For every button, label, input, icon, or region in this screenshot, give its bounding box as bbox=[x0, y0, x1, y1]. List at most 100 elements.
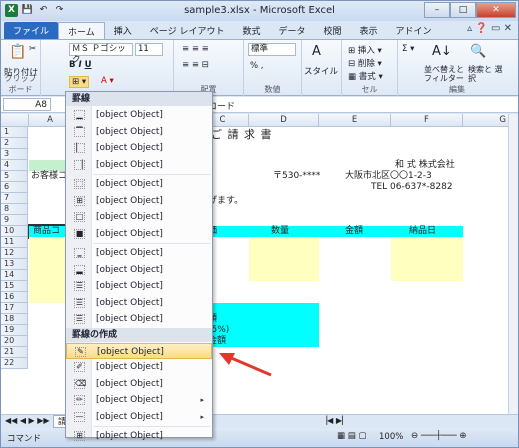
font-color-icon[interactable]: A ▾ bbox=[101, 76, 114, 86]
ribbon-tabs: ファイル ホーム 挿入 ページ レイアウト 数式 データ 校閲 表示 アドイン bbox=[1, 21, 518, 39]
row-header[interactable]: 2 bbox=[1, 138, 28, 149]
row-header[interactable]: 14 bbox=[1, 270, 28, 281]
column-header-d[interactable]: D bbox=[249, 114, 319, 127]
menu-separator bbox=[94, 243, 210, 244]
tab-home[interactable]: ホーム bbox=[58, 22, 105, 39]
row-header[interactable]: 19 bbox=[1, 325, 28, 336]
cut-icon[interactable]: ✂ bbox=[29, 44, 36, 54]
row-header[interactable]: 22 bbox=[1, 358, 28, 369]
row-header[interactable]: 7 bbox=[1, 193, 28, 204]
menu-item-all-borders[interactable]: ⊞ [object Object] bbox=[66, 193, 212, 209]
row-header[interactable]: 20 bbox=[1, 336, 28, 347]
align-icon[interactable]: ≡ ≡ ≡ bbox=[182, 44, 209, 54]
row-header[interactable]: 17 bbox=[1, 303, 28, 314]
menu-item-label: [object Object] bbox=[96, 314, 163, 324]
column-header-g[interactable]: G bbox=[463, 114, 509, 127]
menu-item-top-bottom-border[interactable]: ☰ [object Object] bbox=[66, 278, 212, 294]
menu-item-erase-border[interactable]: ⌫ [object Object] bbox=[66, 376, 212, 392]
row-header[interactable]: 5 bbox=[1, 171, 28, 182]
input-area-d bbox=[249, 237, 319, 281]
menu-item-outside-borders[interactable]: □ [object Object] bbox=[66, 209, 212, 225]
row-header[interactable]: 1 bbox=[1, 127, 28, 138]
paste-icon[interactable]: 📋 bbox=[9, 44, 26, 60]
sort-filter-button[interactable]: 並べ替えと フィルター bbox=[424, 65, 464, 83]
name-box[interactable]: A8 bbox=[3, 98, 51, 111]
menu-item-top-thick-bottom-border[interactable]: ☰ [object Object] bbox=[66, 295, 212, 311]
menu-item-line-style[interactable]: — [object Object] ▸ bbox=[66, 409, 212, 425]
autosum-icon[interactable]: Σ ▾ bbox=[402, 44, 414, 54]
vertical-scrollbar[interactable] bbox=[508, 114, 518, 414]
cell-a4: お客様コ bbox=[31, 171, 68, 181]
borders-button[interactable]: ⊞ ▾ bbox=[69, 76, 90, 88]
font-size-select[interactable]: 11 bbox=[135, 43, 163, 56]
delete-cells-button[interactable]: ⊟ 削除 ▾ bbox=[348, 57, 382, 69]
sheet-nav-arrows-icon[interactable]: ◀◀ ◀ ▶ ▶▶ bbox=[5, 416, 50, 425]
menu-item-bottom-double-border[interactable]: ‗ [object Object] bbox=[66, 245, 212, 261]
row-header[interactable]: 6 bbox=[1, 182, 28, 193]
menu-item-draw-border-grid[interactable]: ✐ [object Object] bbox=[66, 359, 212, 375]
tab-addins[interactable]: アドイン bbox=[387, 22, 441, 39]
tab-file[interactable]: ファイル bbox=[4, 22, 59, 39]
indent-icon[interactable]: ≡ ≡ ⊟ bbox=[182, 60, 209, 70]
view-buttons-icon[interactable]: ▦ ▤ ▢ bbox=[337, 431, 367, 441]
row-header[interactable]: 10 bbox=[1, 226, 28, 237]
row-header[interactable]: 8 bbox=[1, 204, 28, 215]
row-header[interactable]: 21 bbox=[1, 347, 28, 358]
bottom-double-border-icon: ‗ bbox=[74, 248, 85, 258]
style-icon[interactable]: A bbox=[312, 44, 321, 59]
font-name-select[interactable]: ＭＳ Ｐゴシック bbox=[69, 43, 133, 65]
tab-insert[interactable]: 挿入 bbox=[105, 22, 141, 39]
row-header[interactable]: 9 bbox=[1, 215, 28, 226]
column-header-e[interactable]: E bbox=[319, 114, 391, 127]
insert-cells-button[interactable]: ⊞ 挿入 ▾ bbox=[348, 44, 382, 56]
tab-formulas[interactable]: 数式 bbox=[233, 22, 269, 39]
excel-window: X 💾 ↶ ↷ sample3.xlsx - Microsoft Excel –… bbox=[0, 0, 519, 448]
horizontal-scrollbar[interactable]: ▕◀ ▶▏ bbox=[321, 416, 348, 425]
format-cells-button[interactable]: ▦ 書式 ▾ bbox=[348, 70, 383, 82]
close-button[interactable]: ✕ bbox=[476, 2, 516, 18]
tab-view[interactable]: 表示 bbox=[351, 22, 387, 39]
find-icon[interactable]: 🔍 bbox=[470, 44, 486, 59]
menu-item-right-border[interactable]: ▕ [object Object] bbox=[66, 157, 212, 173]
menu-item-draw-border[interactable]: ✎ [object Object] bbox=[66, 342, 212, 359]
row-header[interactable]: 4 bbox=[1, 160, 28, 171]
cell-d8: 数量 bbox=[271, 226, 290, 236]
percent-icon[interactable]: % , bbox=[250, 61, 263, 71]
row-header[interactable]: 16 bbox=[1, 292, 28, 303]
zoom-level[interactable]: 100% bbox=[379, 432, 403, 442]
menu-item-line-color[interactable]: ✏ [object Object] ▸ bbox=[66, 392, 212, 408]
menu-item-label: [object Object] bbox=[96, 431, 163, 441]
style-button[interactable]: スタイル bbox=[304, 65, 338, 77]
find-select-button[interactable]: 検索と 選択 bbox=[468, 65, 504, 83]
tab-page-layout[interactable]: ページ レイアウト bbox=[141, 22, 234, 39]
maximize-button[interactable]: □ bbox=[450, 2, 476, 18]
cell-f8: 納品日 bbox=[409, 226, 437, 236]
row-header[interactable]: 15 bbox=[1, 281, 28, 292]
menu-item-thick-bottom-border[interactable]: ▂ [object Object] bbox=[66, 262, 212, 278]
sort-icon[interactable]: A↓ bbox=[432, 44, 452, 59]
tab-data[interactable]: データ bbox=[269, 22, 314, 39]
tab-review[interactable]: 校閲 bbox=[314, 22, 350, 39]
help-icon[interactable]: ▵ ❓ ▭ ✕ bbox=[467, 23, 512, 34]
menu-item-more-borders[interactable]: ⊞ [object Object] bbox=[66, 428, 212, 444]
menu-item-top-border[interactable]: ▔ [object Object] bbox=[66, 124, 212, 140]
menu-item-bottom-border[interactable]: ▁ [object Object] bbox=[66, 107, 212, 123]
menu-header-draw-borders: 罫線の作成 bbox=[66, 327, 212, 342]
zoom-slider[interactable]: ⊖ ───┼─── ⊕ bbox=[411, 431, 466, 441]
cell-a8[interactable]: 商品コ bbox=[33, 226, 60, 237]
row-header[interactable]: 12 bbox=[1, 248, 28, 259]
menu-item-top-double-bottom-border[interactable]: ☰ [object Object] bbox=[66, 311, 212, 327]
row-header[interactable]: 18 bbox=[1, 314, 28, 325]
column-header-f[interactable]: F bbox=[391, 114, 463, 127]
row-header[interactable]: 3 bbox=[1, 149, 28, 160]
menu-item-left-border[interactable]: ▏ [object Object] bbox=[66, 140, 212, 156]
bold-button[interactable]: B I U bbox=[69, 60, 92, 70]
minimize-button[interactable]: – bbox=[424, 2, 450, 18]
number-format-select[interactable]: 標準 bbox=[248, 43, 296, 56]
menu-item-no-border[interactable]: ⬚ [object Object] bbox=[66, 176, 212, 192]
top-double-bottom-border-icon: ☰ bbox=[74, 314, 85, 324]
row-header[interactable]: 11 bbox=[1, 237, 28, 248]
select-all-corner[interactable] bbox=[1, 114, 29, 127]
menu-item-thick-box-border[interactable]: ■ [object Object] bbox=[66, 226, 212, 242]
row-header[interactable]: 13 bbox=[1, 259, 28, 270]
